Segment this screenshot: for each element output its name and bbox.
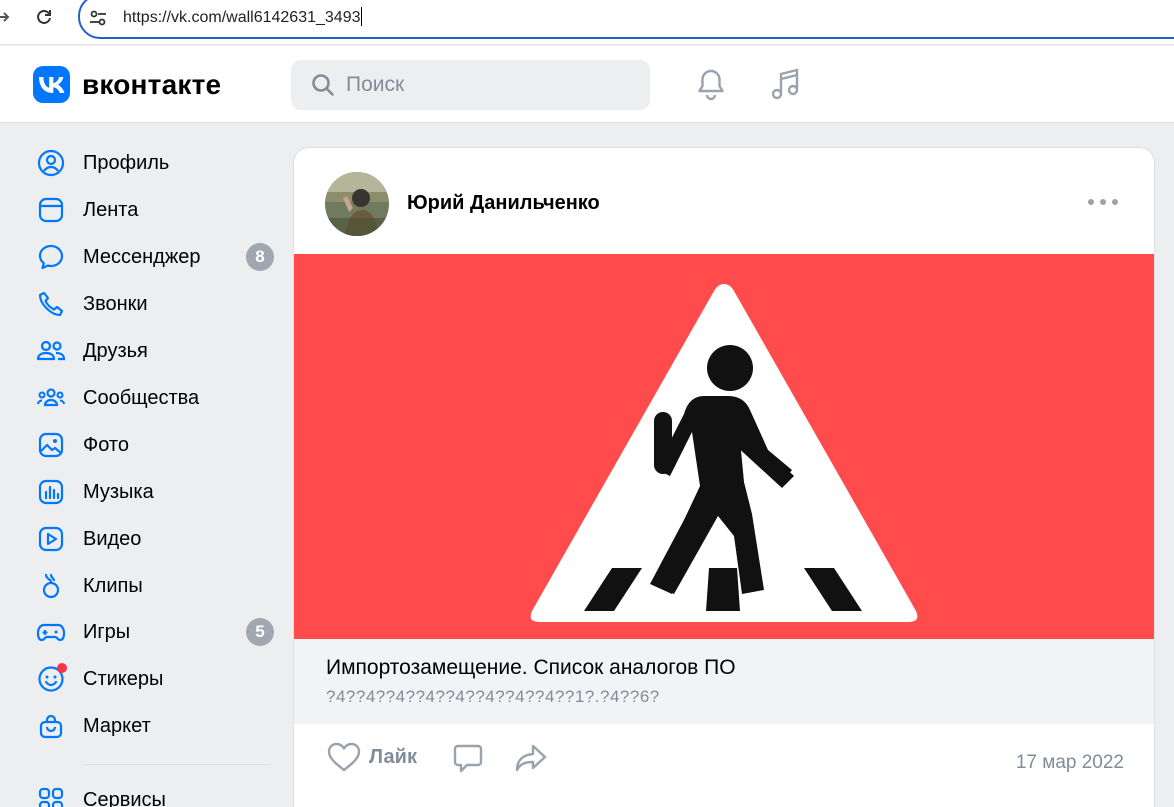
url-text: https://vk.com/wall6142631_3493 xyxy=(123,7,363,26)
avatar[interactable] xyxy=(325,172,389,236)
sidebar-item-music[interactable]: Музыка xyxy=(36,474,278,510)
sidebar-item-friends[interactable]: Друзья xyxy=(36,333,278,369)
sidebar: Профиль Лента Мессенджер 8 Звонки Друзья… xyxy=(0,124,290,807)
sidebar-item-label: Друзья xyxy=(83,339,148,362)
notification-badge: 5 xyxy=(246,618,274,646)
link-title[interactable]: Импортозамещение. Список аналогов ПО xyxy=(326,656,736,680)
browser-toolbar: https://vk.com/wall6142631_3493 xyxy=(0,0,1174,45)
search-icon xyxy=(312,74,334,96)
bell-icon[interactable] xyxy=(693,66,729,102)
sidebar-item-label: Музыка xyxy=(83,480,154,503)
heart-icon xyxy=(327,742,361,772)
communities-icon xyxy=(36,383,66,413)
feed-icon xyxy=(36,195,66,225)
games-icon xyxy=(36,617,66,647)
phone-icon xyxy=(36,289,66,319)
post-card: Юрий Данильченко Импортозамещение. Списо… xyxy=(293,147,1155,807)
services-icon xyxy=(36,785,66,807)
sidebar-item-stickers[interactable]: Стикеры xyxy=(36,661,278,697)
messenger-icon xyxy=(36,242,66,272)
sidebar-item-profile[interactable]: Профиль xyxy=(36,145,278,181)
sidebar-divider xyxy=(83,764,270,765)
stickers-icon xyxy=(36,663,67,694)
sidebar-item-photo[interactable]: Фото xyxy=(36,427,278,463)
sidebar-item-label: Сервисы xyxy=(83,788,166,807)
sidebar-item-communities[interactable]: Сообщества xyxy=(36,380,278,416)
site-header: вконтакте xyxy=(0,46,1174,123)
market-icon xyxy=(36,711,66,741)
post-date[interactable]: 17 мар 2022 xyxy=(1016,752,1124,774)
post-author[interactable]: Юрий Данильченко xyxy=(407,192,600,215)
sidebar-item-label: Стикеры xyxy=(83,667,164,690)
video-icon xyxy=(36,524,66,554)
sidebar-item-label: Маркет xyxy=(83,714,151,737)
reload-icon[interactable] xyxy=(33,6,55,28)
like-label: Лайк xyxy=(369,745,417,768)
sidebar-item-label: Сообщества xyxy=(83,386,200,409)
search-input[interactable] xyxy=(346,73,626,97)
sidebar-item-calls[interactable]: Звонки xyxy=(36,286,278,322)
sidebar-item-messenger[interactable]: Мессенджер 8 xyxy=(36,239,278,275)
sidebar-item-clips[interactable]: Клипы xyxy=(36,568,278,604)
unread-badge: 8 xyxy=(246,243,274,271)
sidebar-item-services[interactable]: Сервисы xyxy=(36,782,278,807)
vk-logo[interactable]: вконтакте xyxy=(33,66,221,103)
sidebar-item-label: Фото xyxy=(83,433,129,456)
music-note-icon[interactable] xyxy=(768,66,804,102)
sidebar-item-label: Лента xyxy=(83,198,139,221)
forward-icon[interactable] xyxy=(0,6,14,28)
new-dot xyxy=(57,663,67,673)
sidebar-item-label: Мессенджер xyxy=(83,245,201,268)
music-icon xyxy=(36,477,66,507)
link-subtitle: ?4??4??4??4??4??4??4??4??1?.?4??6? xyxy=(326,687,660,706)
site-settings-icon[interactable] xyxy=(87,7,109,29)
vk-logo-icon xyxy=(33,66,70,103)
sidebar-item-label: Видео xyxy=(83,527,142,550)
sidebar-item-games[interactable]: Игры 5 xyxy=(36,614,278,650)
pedestrian-crossing-sign-icon xyxy=(530,284,918,622)
search-box[interactable] xyxy=(291,60,650,110)
share-button[interactable] xyxy=(514,742,548,774)
post-actions: Лайк 17 мар 2022 xyxy=(294,738,1154,786)
sidebar-item-feed[interactable]: Лента xyxy=(36,192,278,228)
sidebar-item-market[interactable]: Маркет xyxy=(36,708,278,744)
comment-icon xyxy=(453,744,483,773)
logo-text: вконтакте xyxy=(82,68,222,100)
post-image[interactable] xyxy=(294,254,1154,639)
sidebar-item-label: Звонки xyxy=(83,292,148,315)
sidebar-item-label: Профиль xyxy=(83,151,170,174)
link-snippet[interactable]: Импортозамещение. Список аналогов ПО ?4?… xyxy=(294,639,1154,724)
sidebar-item-label: Игры xyxy=(83,620,131,643)
share-icon xyxy=(515,744,547,772)
profile-icon xyxy=(36,148,66,178)
sidebar-item-video[interactable]: Видео xyxy=(36,521,278,557)
comment-button[interactable] xyxy=(452,742,484,774)
like-button[interactable]: Лайк xyxy=(327,742,417,772)
sidebar-item-label: Клипы xyxy=(83,574,143,597)
clips-icon xyxy=(36,571,66,601)
more-options-icon[interactable] xyxy=(1088,192,1118,212)
friends-icon xyxy=(36,336,66,366)
photo-icon xyxy=(36,430,66,460)
